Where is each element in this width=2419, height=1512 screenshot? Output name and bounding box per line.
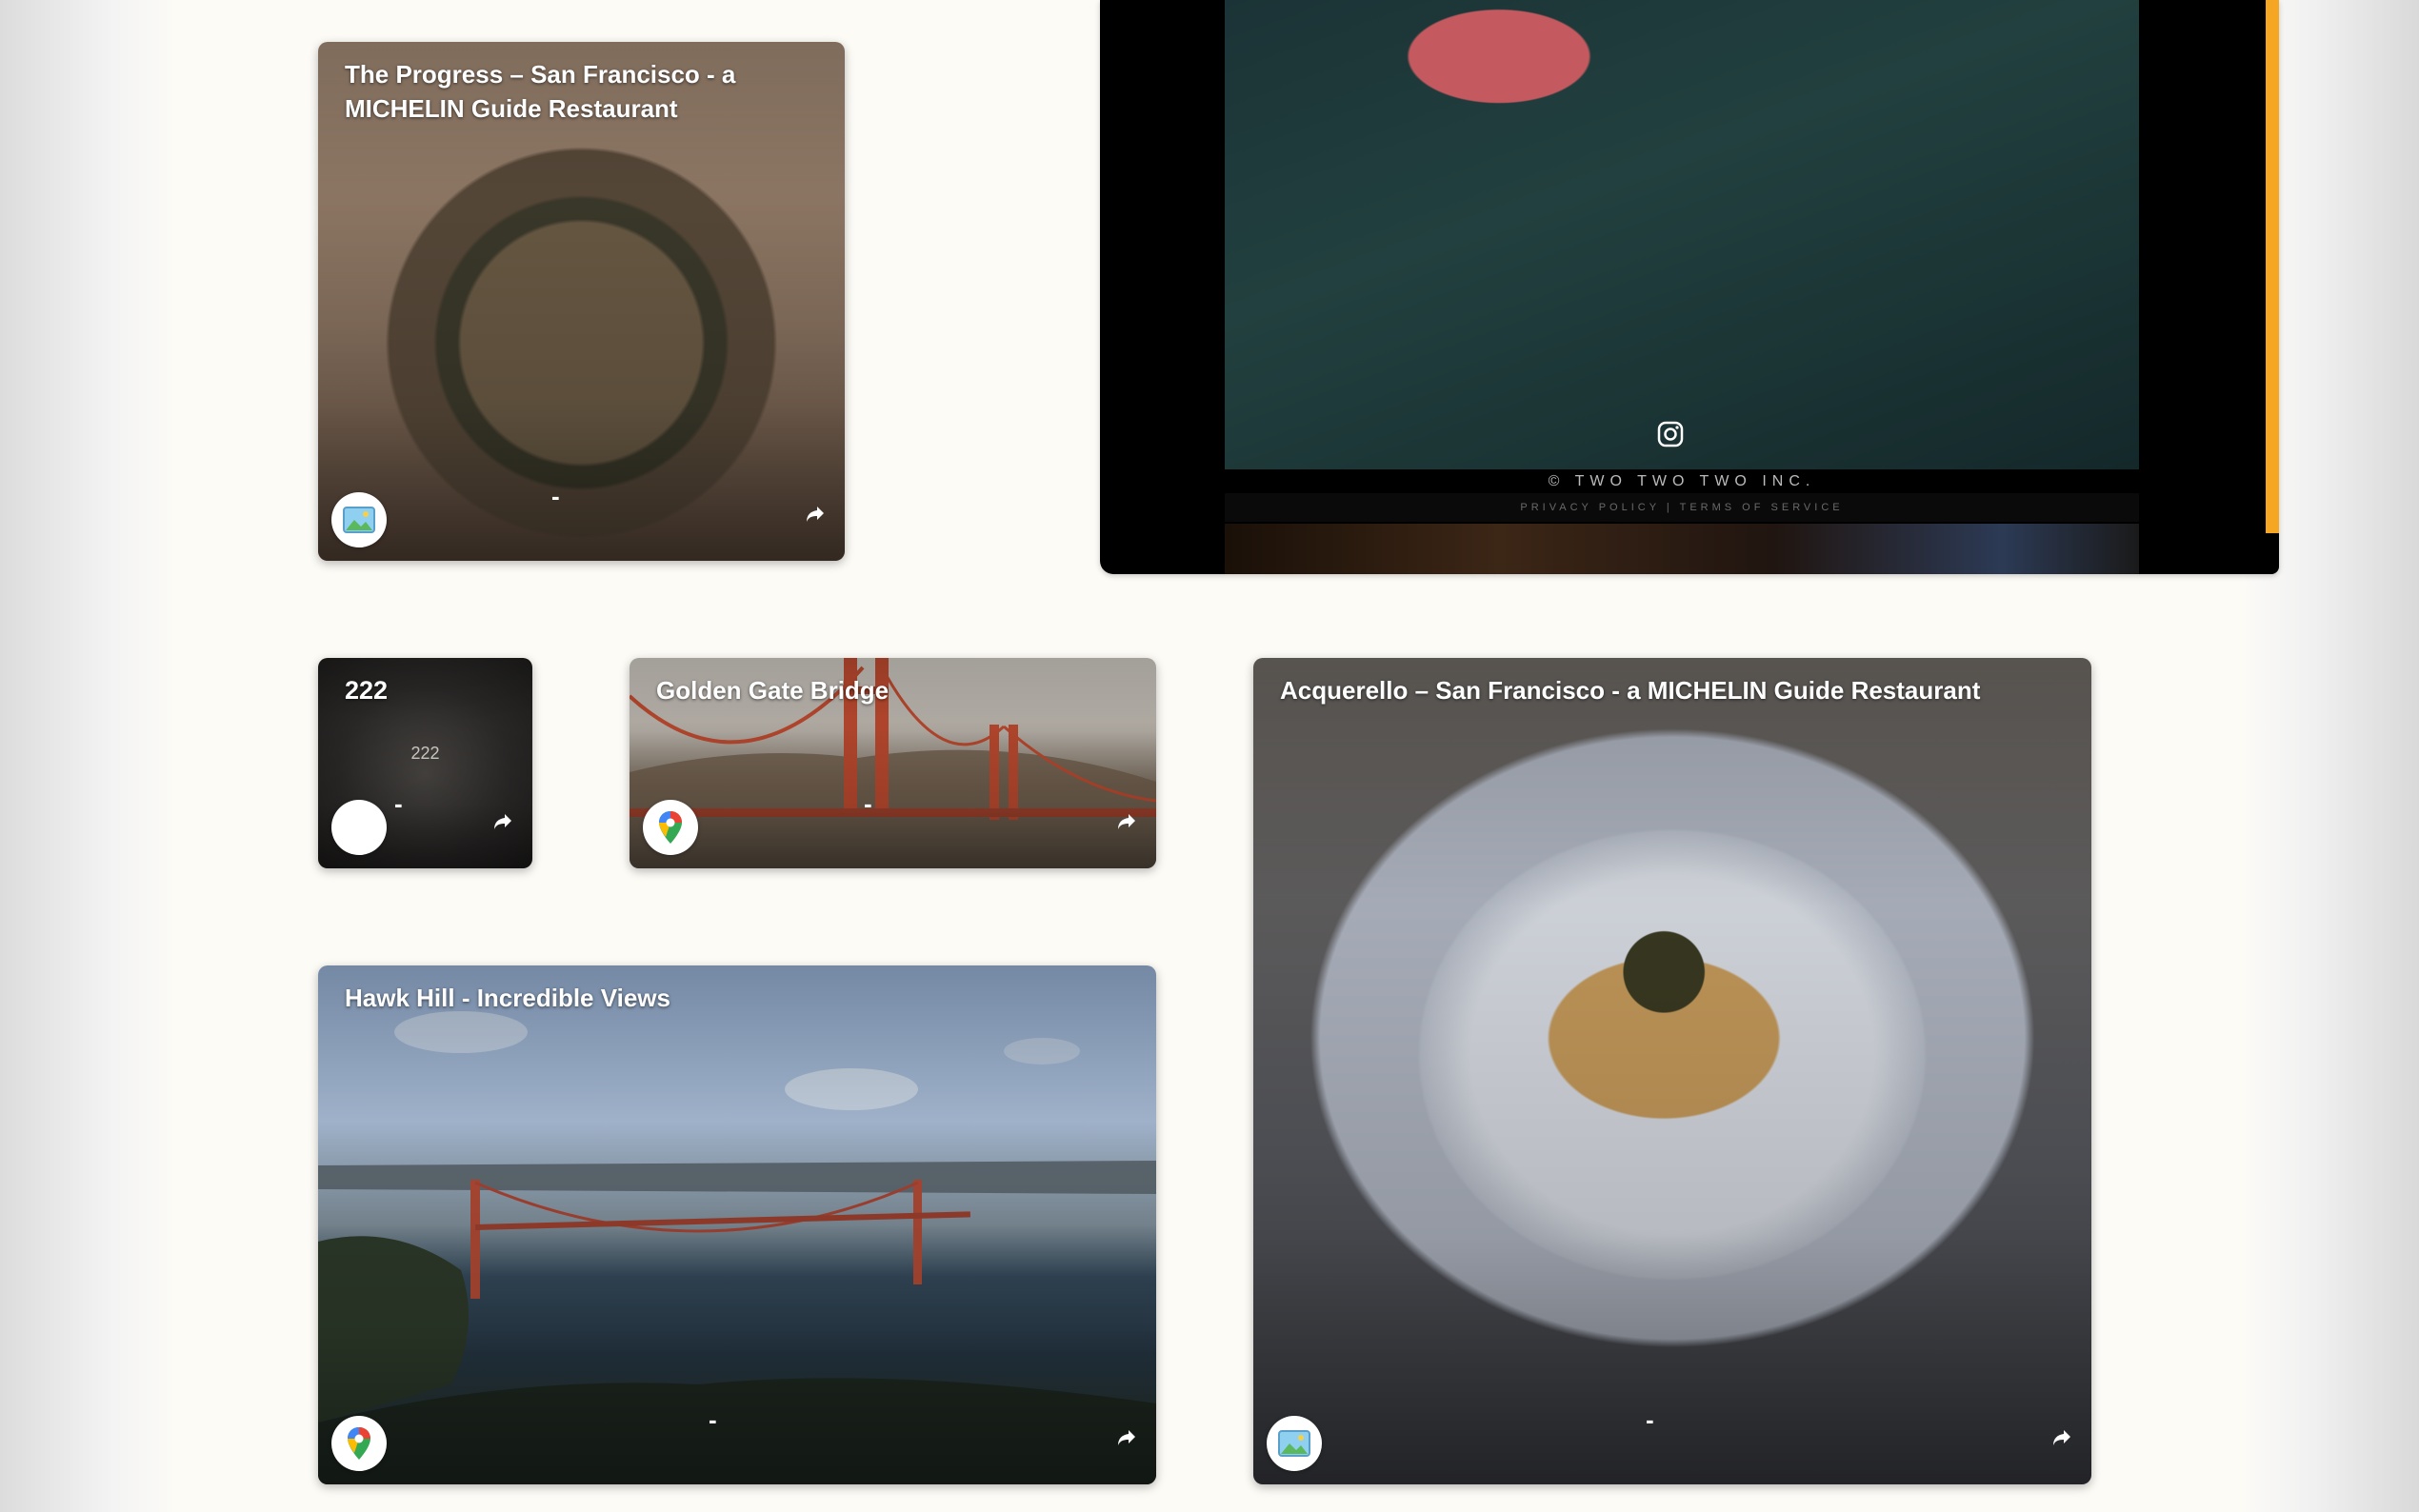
card-meta: -: [709, 1405, 717, 1434]
blank-icon: [331, 800, 387, 855]
card-shade: [318, 965, 1156, 1484]
card-title: 222: [345, 676, 389, 705]
page-canvas: The Progress – San Francisco - a MICHELI…: [172, 0, 2279, 1512]
copyright-text: © TWO TWO TWO INC.: [1548, 473, 1816, 489]
card-meta: -: [551, 482, 560, 510]
scrollbar[interactable]: [2266, 0, 2279, 533]
card-hawk-hill[interactable]: Hawk Hill - Incredible Views -: [318, 965, 1156, 1484]
card-shade: [1253, 658, 2091, 1484]
card-title: The Progress – San Francisco - a MICHELI…: [345, 60, 736, 123]
google-maps-icon: [331, 1416, 387, 1471]
photo-icon: [1267, 1416, 1322, 1471]
card-222[interactable]: 222 222 -: [318, 658, 532, 868]
legal-links[interactable]: PRIVACY POLICY | TERMS OF SERVICE: [1225, 493, 2139, 522]
card-meta: -: [1646, 1405, 1654, 1434]
google-maps-icon: [643, 800, 698, 855]
card-the-progress[interactable]: The Progress – San Francisco - a MICHELI…: [318, 42, 845, 561]
instagram-icon[interactable]: [1657, 421, 1684, 448]
share-icon[interactable]: [1112, 807, 1141, 836]
photo-icon: [331, 492, 387, 547]
share-icon[interactable]: [801, 500, 830, 528]
share-icon[interactable]: [2048, 1423, 2076, 1452]
card-meta: -: [394, 789, 403, 818]
card-acquerello[interactable]: Acquerello – San Francisco - a MICHELIN …: [1253, 658, 2091, 1484]
card-golden-gate-bridge[interactable]: Golden Gate Bridge -: [630, 658, 1156, 868]
share-icon[interactable]: [489, 807, 517, 836]
photo-caption: 222: [410, 744, 440, 763]
card-meta: -: [864, 789, 872, 818]
card-title: Acquerello – San Francisco - a MICHELIN …: [1280, 676, 1981, 705]
video-strip: [1225, 524, 2139, 574]
card-title: Hawk Hill - Incredible Views: [345, 984, 670, 1012]
card-title: Golden Gate Bridge: [656, 676, 890, 705]
share-icon[interactable]: [1112, 1423, 1141, 1452]
video-frame: [1225, 0, 2139, 469]
video-embed[interactable]: © TWO TWO TWO INC. PRIVACY POLICY | TERM…: [1100, 0, 2279, 574]
